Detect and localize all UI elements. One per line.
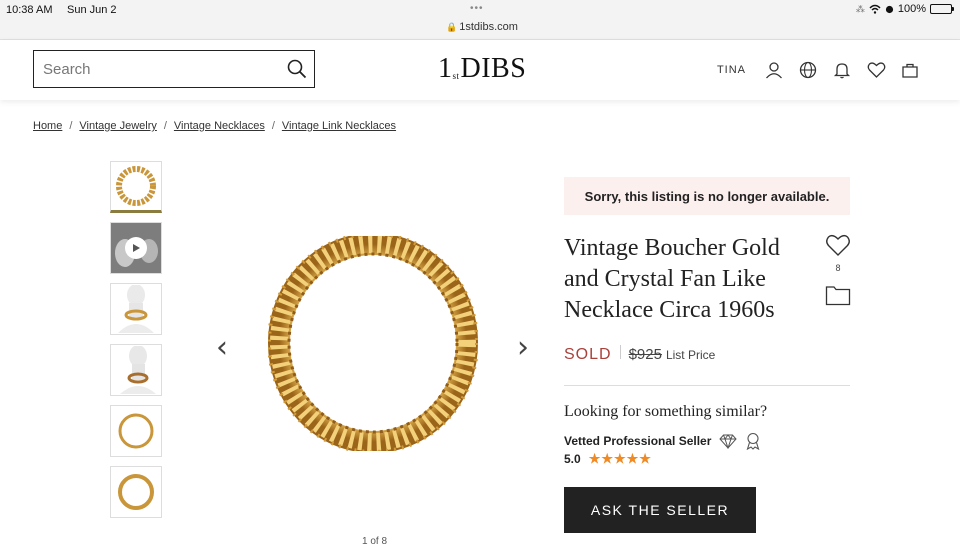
thumbnail-model-front[interactable] [110,283,162,335]
similar-heading: Looking for something similar? [564,403,768,420]
price-row: SOLD $925 List Price [564,345,715,364]
previous-image-arrow[interactable]: ‹ [216,330,228,365]
site-logo[interactable]: 1st DIBS [438,53,526,85]
multitask-dots[interactable]: ••• [470,3,484,14]
breadcrumb-separator: / [69,120,73,132]
address-bar[interactable]: 🔒 1stdibs.com [446,21,518,33]
moon-icon [885,5,893,13]
thumbnail-necklace-back[interactable] [110,466,162,518]
globe-icon[interactable] [798,60,818,80]
status-time: 10:38 AM [6,4,53,16]
header-actions: TINA [717,60,920,80]
site-header: 1stDIBS TINA [0,40,960,100]
list-price-label: List Price [665,348,716,362]
price-divider [619,345,621,359]
rating-value: 5.0 [564,452,581,466]
breadcrumb: Home / Vintage Jewelry / Vintage Necklac… [33,120,396,132]
thumbnail-strip [110,161,162,527]
folder-icon[interactable] [825,284,851,311]
thumbnail-model-side[interactable] [110,344,162,396]
breadcrumb-vintage-necklaces[interactable]: Vintage Necklaces [174,120,265,132]
seller-badge: Vetted Professional Seller [564,432,761,450]
lock-icon: 🔒 [446,22,458,32]
breadcrumb-separator: / [271,120,275,132]
heart-icon[interactable] [825,233,851,257]
logo-one: 1 [438,53,453,84]
favorite-count: 8 [835,263,841,273]
heart-icon[interactable] [866,60,886,80]
url-text: 1stdibs.com [459,21,518,33]
image-counter: 1 of 8 [362,536,388,547]
status-bar: 10:38 AM Sun Jun 2 ••• 🔒 1stdibs.com ⁂ 10… [0,0,960,40]
user-icon[interactable] [764,60,784,80]
battery-percent: 100% [897,3,926,15]
award-ribbon-icon [747,432,760,450]
thumbnail-necklace-front[interactable] [110,161,162,213]
breadcrumb-vintage-jewelry[interactable]: Vintage Jewelry [79,120,156,132]
favorite-control[interactable]: 8 [824,233,852,273]
search-input[interactable] [34,51,280,87]
sold-status: SOLD [564,346,612,363]
product-title: Vintage Boucher Gold and Crystal Fan Lik… [564,235,780,323]
user-name[interactable]: TINA [717,64,746,76]
section-divider [564,385,850,386]
logo-main: DIBS [460,53,527,84]
battery-icon [930,4,954,14]
play-icon[interactable] [125,237,147,259]
status-date: Sun Jun 2 [67,4,117,16]
unavailable-notice: Sorry, this listing is no longer availab… [564,177,850,215]
signal-icon: ⁂ [855,3,865,14]
search-icon[interactable] [280,51,314,87]
ask-the-seller-button[interactable]: ASK THE SELLER [564,487,756,533]
list-price-value: $925 [628,346,662,363]
bag-icon[interactable] [900,60,920,80]
logo-st: st [452,71,460,81]
main-product-image[interactable] [267,232,479,454]
star-icons: ★★★★★ [588,451,652,466]
thumbnail-necklace-flat[interactable] [110,405,162,457]
status-indicators: ⁂ 100% [855,3,954,15]
next-image-arrow[interactable]: › [517,330,529,365]
wifi-icon [869,4,881,14]
breadcrumb-home[interactable]: Home [33,120,62,132]
diamond-icon [719,433,738,449]
seller-label: Vetted Professional Seller [564,434,712,448]
search-box [33,50,315,88]
breadcrumb-vintage-link-necklaces[interactable]: Vintage Link Necklaces [282,120,396,132]
seller-rating: 5.0 ★★★★★ [564,451,652,467]
bell-icon[interactable] [832,60,852,80]
thumbnail-video[interactable] [110,222,162,274]
breadcrumb-separator: / [163,120,167,132]
